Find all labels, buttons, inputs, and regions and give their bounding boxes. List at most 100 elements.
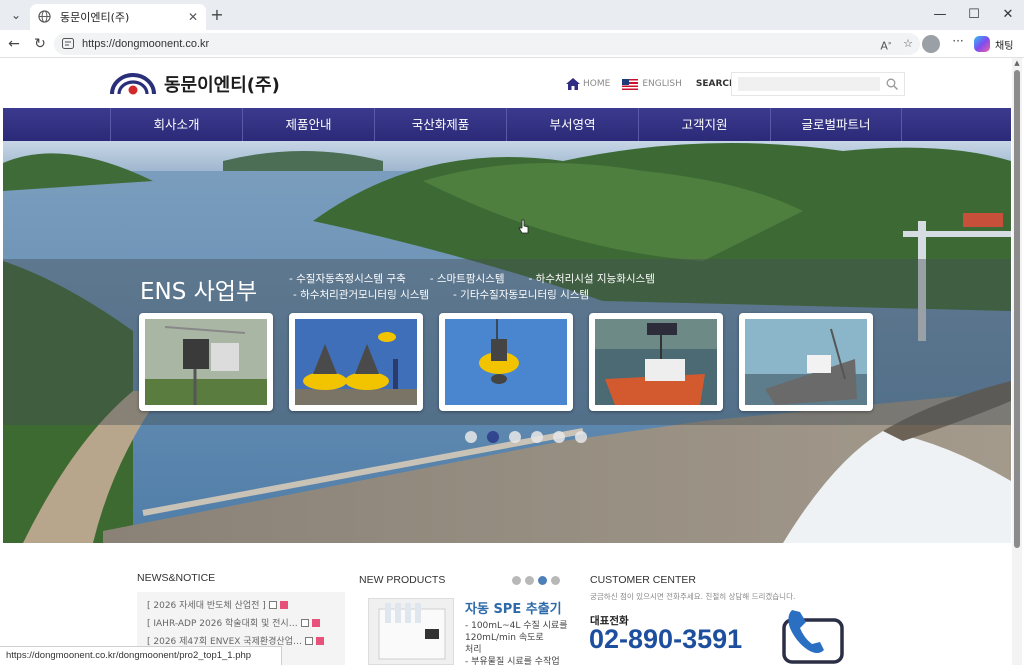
chat-label: 채팅 bbox=[995, 40, 1014, 52]
spe-extractor-image bbox=[378, 603, 446, 660]
customer-subtitle: 궁금하신 점이 있으시면 전화주세요. 친절히 상담해 드리겠습니다. bbox=[590, 592, 796, 601]
product-thumbnail-1[interactable] bbox=[139, 313, 273, 411]
read-aloud-icon[interactable]: A» bbox=[878, 36, 894, 53]
scrollbar-thumb[interactable] bbox=[1014, 70, 1020, 548]
hot-badge-icon bbox=[315, 636, 324, 645]
browser-tab-active[interactable]: 동문이엔티(주) ✕ bbox=[30, 4, 206, 30]
new-badge-icon bbox=[268, 600, 277, 609]
globe-icon bbox=[38, 10, 52, 24]
address-bar[interactable]: https://dongmoonent.co.kr A» ☆ bbox=[54, 33, 920, 55]
site-logo[interactable]: 동문이엔티(주) bbox=[110, 72, 280, 96]
logo-text: 동문이엔티(주) bbox=[164, 75, 280, 96]
slide-dot[interactable] bbox=[465, 431, 477, 443]
hot-badge-icon bbox=[311, 618, 320, 627]
tab-close-icon[interactable]: ✕ bbox=[188, 10, 198, 24]
status-bar-url: https://dongmoonent.co.kr/dongmoonent/pr… bbox=[0, 646, 282, 665]
home-label: HOME bbox=[583, 79, 611, 89]
scroll-up-arrow-icon[interactable]: ▲ bbox=[1013, 59, 1021, 67]
more-menu-icon[interactable]: ··· bbox=[950, 34, 966, 52]
page-viewport: 동문이엔티(주) HOME ENGLISH SEARCH 회사소개 제품안내 국… bbox=[3, 58, 1011, 665]
main-navigation: 회사소개 제품안내 국산화제품 부서영역 고객지원 글로벌파트너 bbox=[3, 108, 1011, 141]
product-desc-line: - 100mL~4L 수질 시료를 bbox=[465, 621, 568, 631]
news-item[interactable]: [ IAHR-ADP 2026 학술대회 및 전시… bbox=[147, 616, 320, 629]
ens-division-title: ENS 사업부 bbox=[140, 279, 258, 305]
products-pager bbox=[512, 576, 564, 585]
slide-indicators bbox=[465, 431, 597, 443]
english-link[interactable]: ENGLISH bbox=[622, 78, 682, 90]
service-item: - 하수처리시설 지능화시스템 bbox=[528, 273, 655, 285]
yellow-buoy-image bbox=[445, 319, 567, 405]
nav-item-products[interactable]: 제품안내 bbox=[242, 108, 374, 141]
minimize-button[interactable]: — bbox=[925, 5, 955, 25]
top-links: HOME ENGLISH SEARCH bbox=[566, 78, 737, 90]
slide-dot[interactable] bbox=[575, 431, 587, 443]
product-thumbnail-4[interactable] bbox=[589, 313, 723, 411]
url-text: https://dongmoonent.co.kr bbox=[82, 38, 210, 50]
copilot-chat-button[interactable]: 채팅 bbox=[974, 34, 1020, 54]
nav-item-company[interactable]: 회사소개 bbox=[110, 108, 242, 141]
site-info-icon[interactable] bbox=[62, 38, 76, 50]
service-item: - 스마트팜시스템 bbox=[429, 273, 505, 285]
products-page-dot[interactable] bbox=[551, 576, 560, 585]
home-icon bbox=[566, 78, 580, 90]
close-window-button[interactable]: ✕ bbox=[993, 5, 1023, 25]
favorite-star-icon[interactable]: ☆ bbox=[900, 36, 916, 52]
product-desc-line: 120mL/min 속도로 bbox=[465, 633, 544, 643]
phone-number[interactable]: 02-890-3591 bbox=[589, 624, 742, 655]
product-desc-line: - 부유물질 시료를 수작업 bbox=[465, 657, 560, 665]
service-item: - 기타수질자동모니터링 시스템 bbox=[453, 289, 590, 301]
site-search-input[interactable] bbox=[738, 77, 880, 91]
product-description: - 100mL~4L 수질 시료를 120mL/min 속도로 처리 - 부유물… bbox=[465, 620, 575, 665]
new-badge-icon bbox=[304, 636, 313, 645]
home-link[interactable]: HOME bbox=[566, 78, 610, 90]
news-item[interactable]: [ 2026 자세대 반도체 산업전 ] bbox=[147, 598, 288, 611]
news-item-text: [ IAHR-ADP 2026 학술대회 및 전시… bbox=[147, 619, 298, 629]
browser-tab-bar: ⌄ 동문이엔티(주) ✕ + — ☐ ✕ bbox=[0, 0, 1024, 30]
product-thumbnail-5[interactable] bbox=[739, 313, 873, 411]
products-page-dot[interactable] bbox=[512, 576, 521, 585]
nav-item-divisions[interactable]: 부서영역 bbox=[506, 108, 638, 141]
address-toolbar: ← ↻ https://dongmoonent.co.kr A» ☆ ··· 채… bbox=[0, 30, 1024, 58]
nav-item-localized-products[interactable]: 국산화제품 bbox=[374, 108, 506, 141]
hand-cursor-icon bbox=[518, 219, 529, 234]
nav-item-support[interactable]: 고객지원 bbox=[638, 108, 770, 141]
customer-section-title: CUSTOMER CENTER bbox=[590, 574, 696, 586]
page-scrollbar[interactable]: ▲ bbox=[1012, 58, 1022, 665]
monitoring-station-image bbox=[145, 319, 267, 405]
slide-dot-active[interactable] bbox=[487, 431, 499, 443]
floating-platform-image bbox=[595, 319, 717, 405]
product-image[interactable] bbox=[368, 598, 454, 665]
buoy-assembly-image bbox=[295, 319, 417, 405]
tab-actions-menu-icon[interactable]: ⌄ bbox=[6, 6, 26, 24]
hot-badge-icon bbox=[279, 600, 288, 609]
site-search-box bbox=[731, 72, 905, 96]
refresh-icon[interactable]: ↻ bbox=[30, 34, 50, 54]
service-item: - 하수처리관거모니터링 시스템 bbox=[293, 289, 430, 301]
slide-dot[interactable] bbox=[531, 431, 543, 443]
back-arrow-icon[interactable]: ← bbox=[4, 34, 24, 54]
logo-mark-icon bbox=[110, 73, 156, 95]
english-label: ENGLISH bbox=[642, 79, 682, 89]
slide-dot[interactable] bbox=[509, 431, 521, 443]
product-thumbnail-strip bbox=[139, 313, 889, 411]
nav-item-global-partners[interactable]: 글로벌파트너 bbox=[770, 108, 902, 141]
products-page-dot-active[interactable] bbox=[538, 576, 547, 585]
slide-dot[interactable] bbox=[553, 431, 565, 443]
new-tab-button[interactable]: + bbox=[208, 6, 226, 24]
service-item: - 수질자동측정시스템 구축 bbox=[289, 273, 406, 285]
products-section-title: NEW PRODUCTS bbox=[359, 574, 446, 586]
product-thumbnail-3[interactable] bbox=[439, 313, 573, 411]
us-flag-icon bbox=[622, 78, 639, 90]
phone-icon bbox=[782, 610, 844, 664]
new-badge-icon bbox=[300, 618, 309, 627]
copilot-icon bbox=[974, 36, 990, 52]
product-name[interactable]: 자동 SPE 추출기 bbox=[465, 598, 562, 617]
profile-avatar[interactable] bbox=[922, 35, 940, 53]
dam-monitoring-image bbox=[745, 319, 867, 405]
product-thumbnail-2[interactable] bbox=[289, 313, 423, 411]
search-icon[interactable] bbox=[886, 78, 898, 90]
products-page-dot[interactable] bbox=[525, 576, 534, 585]
news-section-title: NEWS&NOTICE bbox=[137, 572, 216, 584]
hero-banner: ENS 사업부 - 수질자동측정시스템 구축 - 스마트팜시스템 - 하수처리시… bbox=[3, 141, 1011, 543]
maximize-button[interactable]: ☐ bbox=[959, 5, 989, 25]
